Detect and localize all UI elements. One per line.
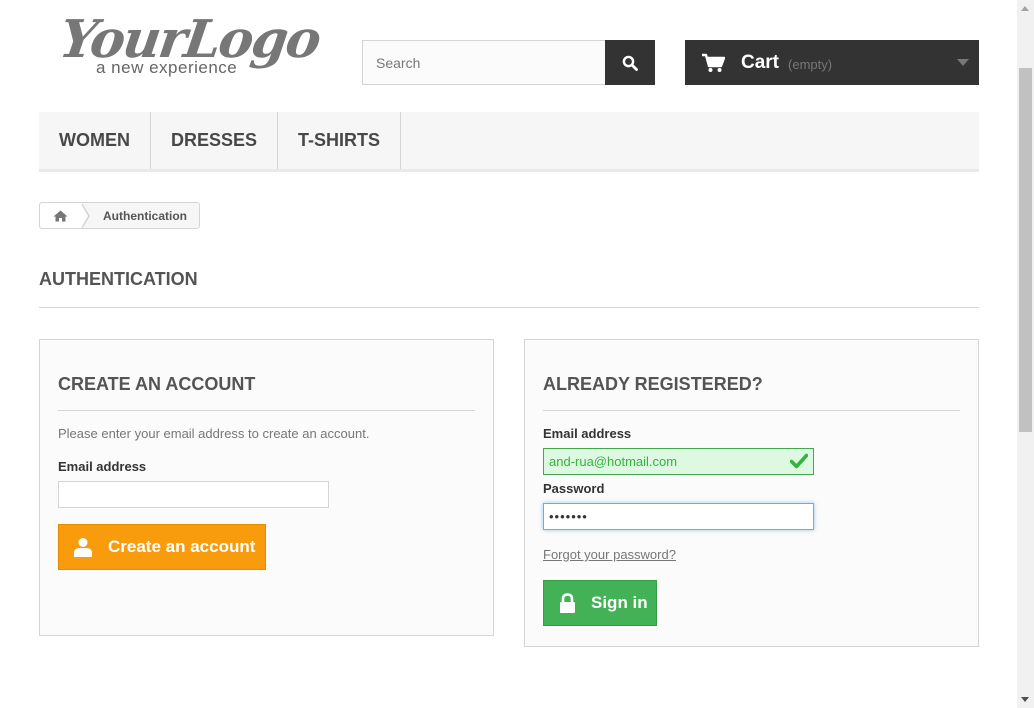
- search-input[interactable]: [362, 40, 605, 85]
- password-label: Password: [543, 481, 605, 496]
- breadcrumb: Authentication: [39, 202, 200, 229]
- cart-status: (empty): [788, 56, 833, 72]
- chevron-down-icon: [957, 59, 969, 66]
- login-email-label: Email address: [543, 426, 632, 441]
- forgot-password-link[interactable]: Forgot your password?: [543, 547, 676, 562]
- breadcrumb-home[interactable]: [40, 202, 90, 229]
- site-logo[interactable]: YourLogo a new experience: [56, 9, 323, 80]
- page-title: AUTHENTICATION: [39, 269, 979, 308]
- home-icon: [53, 210, 68, 221]
- lock-icon: [560, 592, 575, 613]
- scroll-down-arrow-icon[interactable]: [1021, 697, 1029, 702]
- shopping-cart-icon: [702, 53, 725, 72]
- sign-in-button[interactable]: Sign in: [543, 580, 657, 626]
- main-menu: WOMEN DRESSES T-SHIRTS: [39, 112, 979, 172]
- create-email-field[interactable]: [58, 481, 329, 508]
- search-button[interactable]: [605, 40, 655, 85]
- cart-button[interactable]: Cart (empty): [685, 40, 979, 85]
- create-account-button[interactable]: Create an account: [58, 524, 266, 570]
- scroll-up-arrow-icon[interactable]: [1021, 6, 1029, 11]
- search-form: [362, 40, 655, 85]
- create-account-button-label: Create an account: [108, 537, 256, 556]
- scrollbar-thumb[interactable]: [1019, 68, 1032, 432]
- sign-in-button-label: Sign in: [591, 593, 648, 612]
- logo-tagline: a new experience: [96, 58, 238, 77]
- create-email-label: Email address: [58, 459, 147, 474]
- login-title: ALREADY REGISTERED?: [543, 374, 960, 411]
- menu-item-t-shirts[interactable]: T-SHIRTS: [278, 112, 402, 169]
- checkmark-icon: [790, 453, 808, 469]
- menu-item-women[interactable]: WOMEN: [39, 112, 151, 169]
- cart-label: Cart: [741, 51, 780, 73]
- password-field[interactable]: [543, 503, 814, 530]
- menu-item-dresses[interactable]: DRESSES: [151, 112, 279, 169]
- search-icon: [622, 55, 638, 71]
- breadcrumb-current: Authentication: [103, 208, 187, 223]
- user-icon: [74, 538, 92, 557]
- create-account-title: CREATE AN ACCOUNT: [58, 374, 475, 411]
- login-email-wrapper: [543, 448, 814, 475]
- page-scrollbar[interactable]: [1017, 0, 1034, 708]
- breadcrumb-separator-inner: [81, 203, 88, 228]
- login-panel: ALREADY REGISTERED? Email address Passwo…: [524, 339, 979, 647]
- create-account-panel: CREATE AN ACCOUNT Please enter your emai…: [39, 339, 494, 636]
- login-email-field[interactable]: [543, 448, 814, 475]
- create-account-description: Please enter your email address to creat…: [58, 426, 370, 441]
